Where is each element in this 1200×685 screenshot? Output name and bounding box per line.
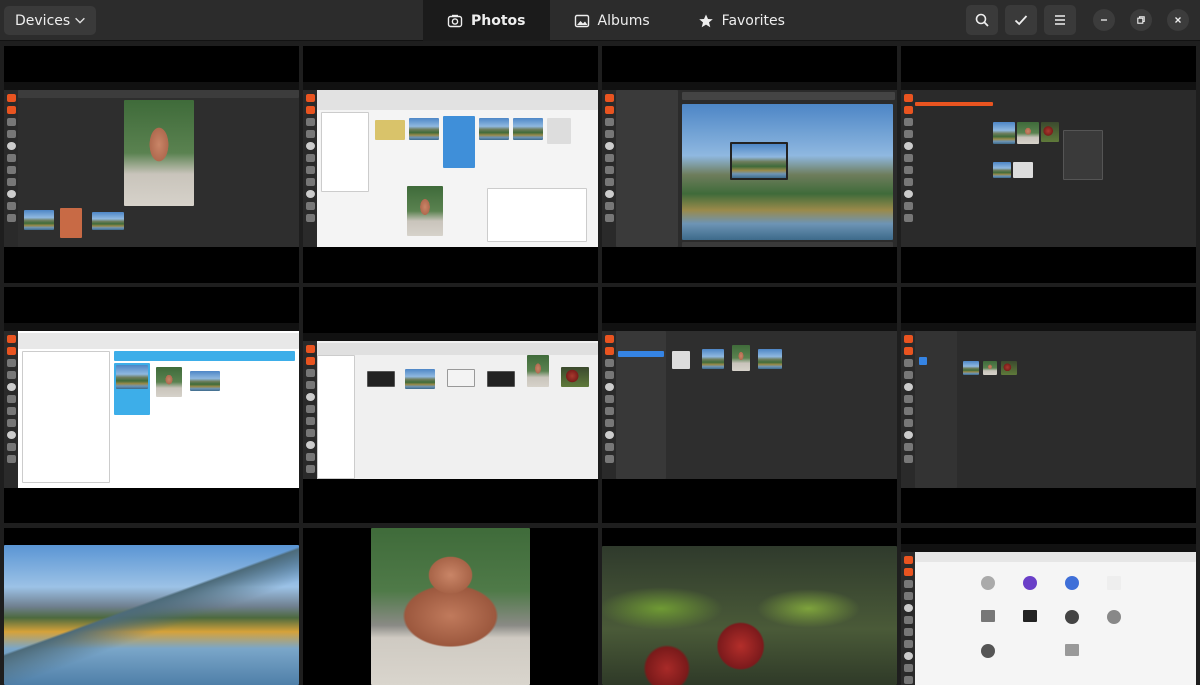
tab-albums-label: Albums: [597, 12, 650, 29]
thumbnail-screenshot-5[interactable]: [4, 287, 299, 523]
photo-grid: [0, 41, 1200, 685]
minimize-icon: [1101, 19, 1107, 21]
thumbnail-screenshot-4[interactable]: [901, 46, 1196, 283]
tab-favorites-label: Favorites: [721, 12, 785, 29]
devices-dropdown[interactable]: Devices: [4, 6, 96, 35]
thumbnail-screenshot-2[interactable]: [303, 46, 598, 283]
thumbnail-screenshot-6[interactable]: [303, 287, 598, 523]
thumbnail-screenshot-1[interactable]: [4, 46, 299, 283]
thumbnail-screenshot-8[interactable]: [901, 287, 1196, 523]
search-icon: [975, 13, 989, 27]
tab-photos[interactable]: Photos: [423, 0, 550, 41]
albums-icon: [574, 14, 589, 27]
thumbnail-photo-mountain-lake[interactable]: [4, 528, 299, 685]
restore-button[interactable]: [1130, 9, 1152, 31]
chevron-down-icon: [75, 17, 85, 24]
tab-photos-label: Photos: [471, 12, 526, 29]
menu-icon: [1055, 15, 1065, 25]
close-icon: [1175, 17, 1181, 23]
check-icon: [1014, 15, 1028, 26]
camera-icon: [447, 14, 463, 27]
main-menu-button[interactable]: [1044, 5, 1076, 35]
devices-label: Devices: [15, 12, 71, 29]
thumbnail-screenshot-9[interactable]: [901, 528, 1196, 685]
tab-albums[interactable]: Albums: [550, 0, 674, 41]
minimize-button[interactable]: [1093, 9, 1115, 31]
thumbnail-photo-apples[interactable]: [602, 528, 897, 685]
view-tabs: Photos Albums Favorites: [423, 0, 809, 41]
thumbnail-screenshot-3[interactable]: [602, 46, 897, 283]
thumbnail-photo-buddha[interactable]: [303, 528, 598, 685]
tab-favorites[interactable]: Favorites: [674, 0, 809, 41]
select-button[interactable]: [1005, 5, 1037, 35]
restore-icon: [1137, 16, 1145, 24]
star-icon: [698, 14, 713, 27]
thumbnail-screenshot-7[interactable]: [602, 287, 897, 523]
search-button[interactable]: [966, 5, 998, 35]
header-bar: Devices Photos Albums Favorites: [0, 0, 1200, 41]
close-button[interactable]: [1167, 9, 1189, 31]
